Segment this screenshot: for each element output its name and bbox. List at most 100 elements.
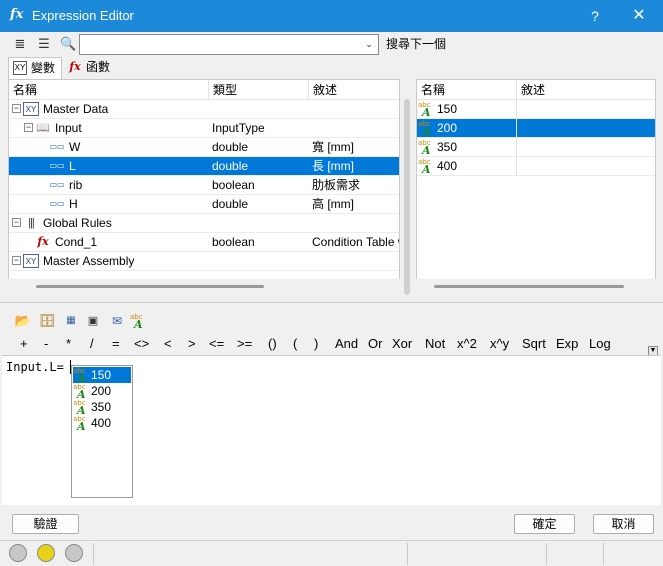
tab-variables[interactable]: XY 變數 (8, 57, 62, 79)
expression-text: Input.L= (6, 360, 64, 374)
tree-row-rib[interactable]: ▭▭ rib boolean 肋板需求 (9, 176, 399, 195)
magnifier-icon[interactable]: 🔍 (60, 36, 76, 52)
operator-sqrt-button[interactable]: Sqrt (522, 336, 546, 352)
close-button[interactable]: ✕ (624, 0, 654, 32)
operator-less-equal-button[interactable]: <= (209, 336, 224, 352)
operator-multiply-button[interactable]: * (66, 336, 71, 352)
operator-power-button[interactable]: x^y (490, 336, 509, 352)
chevron-down-icon[interactable]: ⌄ (362, 37, 376, 51)
autocomplete-popup[interactable]: abc A 150 abc A 200 abc A 350 abc A 400 (71, 365, 133, 498)
ok-button[interactable]: 確定 (514, 514, 575, 534)
operator-minus-button[interactable]: - (44, 336, 48, 352)
operator-log-button[interactable]: Log (589, 336, 611, 352)
autocomplete-item[interactable]: abc A 200 (73, 383, 131, 400)
value-list[interactable]: 名稱 敘述 abc A 150 abc A 200 abc A 350 abc A 40… (416, 79, 656, 293)
string-constant-icon: abc A (418, 139, 431, 157)
scrollbar-thumb[interactable] (434, 285, 624, 288)
pane-splitter[interactable] (0, 302, 663, 306)
autocomplete-item[interactable]: abc A 350 (73, 399, 131, 416)
cancel-button[interactable]: 取消 (593, 514, 654, 534)
collapse-icon[interactable]: − (24, 123, 33, 132)
tree-cell-description: 長 [mm] (312, 159, 354, 173)
tree-row-h[interactable]: ▭▭ H double 高 [mm] (9, 195, 399, 214)
status-divider (93, 543, 94, 565)
operator-xor-button[interactable]: Xor (392, 336, 412, 352)
operator-close-paren-button[interactable]: ) (314, 336, 318, 352)
operator-plus-button[interactable]: + (20, 336, 28, 352)
class-icon: XY (23, 254, 39, 268)
operator-exp-button[interactable]: Exp (556, 336, 578, 352)
field-icon: ▭▭ (49, 161, 65, 170)
find-next-button[interactable]: 搜尋下一個 (386, 37, 446, 51)
operator-square-button[interactable]: x^2 (457, 336, 477, 352)
tree-vertical-scrollbar[interactable] (400, 79, 414, 295)
string-constant-icon: abc A (73, 415, 86, 433)
value-row-400[interactable]: abc A 400 (417, 157, 655, 176)
tree-cell-name: Input (55, 121, 82, 135)
autocomplete-item[interactable]: abc A 400 (73, 415, 131, 433)
tree-row-global-rules[interactable]: − ||| Global Rules (9, 214, 399, 233)
rules-icon: ||| (28, 217, 35, 229)
variable-tree[interactable]: 名稱 類型 敘述 − XY Master Data − 📖 Input Inpu… (8, 79, 400, 293)
collapse-icon[interactable]: − (12, 256, 21, 265)
insert-variable-icon[interactable]: ▣ (84, 312, 102, 330)
operator-less-than-button[interactable]: < (164, 336, 172, 352)
value-cell-name: 150 (437, 102, 458, 116)
status-light-icon (65, 544, 83, 562)
value-cell-name: 200 (437, 121, 458, 135)
column-header-type[interactable]: 類型 (209, 80, 309, 100)
operator-not-equal-button[interactable]: <> (134, 336, 149, 352)
value-cell-name: 350 (437, 140, 458, 154)
operator-equals-button[interactable]: = (112, 336, 120, 352)
tree-row-input[interactable]: − 📖 Input InputType (9, 119, 399, 138)
tree-row-master-assembly[interactable]: − XY Master Assembly (9, 252, 399, 271)
tab-functions[interactable]: fx 函數 (64, 57, 118, 79)
value-horizontal-scrollbar[interactable] (416, 279, 656, 293)
tab-label: 函數 (86, 60, 111, 74)
book-icon: 📖 (36, 122, 50, 134)
tree-row-cond-1[interactable]: fx Cond_1 boolean Condition Table w (9, 233, 399, 252)
operator-parentheses-button[interactable]: () (268, 336, 277, 352)
tree-row-master-data[interactable]: − XY Master Data (9, 100, 399, 119)
search-input[interactable] (79, 34, 379, 55)
column-header-description[interactable]: 敘述 (309, 80, 399, 100)
load-icon[interactable]: 🗄 (38, 312, 56, 330)
value-row-150[interactable]: abc A 150 (417, 100, 655, 119)
tree-horizontal-scrollbar[interactable] (8, 279, 400, 293)
collapse-icon[interactable]: − (12, 104, 21, 113)
operator-greater-than-button[interactable]: > (188, 336, 196, 352)
operator-and-button[interactable]: And (335, 336, 358, 352)
tree-cell-type: double (212, 159, 249, 173)
column-header-name[interactable]: 名稱 (9, 80, 209, 100)
validate-button[interactable]: 驗證 (12, 514, 79, 534)
column-header-description[interactable]: 敘述 (517, 80, 655, 100)
operator-greater-equal-button[interactable]: >= (237, 336, 252, 352)
operator-or-button[interactable]: Or (368, 336, 382, 352)
column-header-name[interactable]: 名稱 (417, 80, 517, 100)
help-button[interactable]: ? (580, 0, 610, 32)
expression-editor[interactable]: Input.L= abc A 150 abc A 200 abc A 350 abc A… (2, 355, 661, 505)
string-constant-icon[interactable]: abc A (130, 313, 148, 331)
open-folder-icon[interactable]: 📂 (14, 312, 32, 330)
autocomplete-item[interactable]: abc A 150 (73, 367, 131, 384)
list-view-icon[interactable]: ≣ (12, 36, 28, 52)
tree-row-l[interactable]: ▭▭ L double 長 [mm] (9, 157, 399, 176)
status-light-icon (9, 544, 27, 562)
tree-cell-name: Global Rules (43, 216, 112, 230)
scrollbar-thumb[interactable] (36, 285, 264, 288)
tree-row-w[interactable]: ▭▭ W double 寬 [mm] (9, 138, 399, 157)
detail-view-icon[interactable]: ☰ (36, 36, 52, 52)
function-icon: fx (69, 60, 81, 73)
tab-label: 變數 (31, 61, 56, 75)
collapse-icon[interactable]: − (12, 218, 21, 227)
operator-not-button[interactable]: Not (425, 336, 445, 352)
operator-open-paren-button[interactable]: ( (293, 336, 297, 352)
check-expression-icon[interactable]: ✉ (108, 312, 126, 330)
value-row-350[interactable]: abc A 350 (417, 138, 655, 157)
value-row-200[interactable]: abc A 200 (417, 119, 655, 138)
calculator-icon[interactable]: ▦ (62, 312, 80, 330)
scrollbar-thumb[interactable] (404, 99, 410, 295)
tab-strip: XY 變數 fx 函數 (0, 57, 663, 79)
tree-cell-type: InputType (212, 121, 265, 135)
operator-divide-button[interactable]: / (90, 336, 94, 352)
